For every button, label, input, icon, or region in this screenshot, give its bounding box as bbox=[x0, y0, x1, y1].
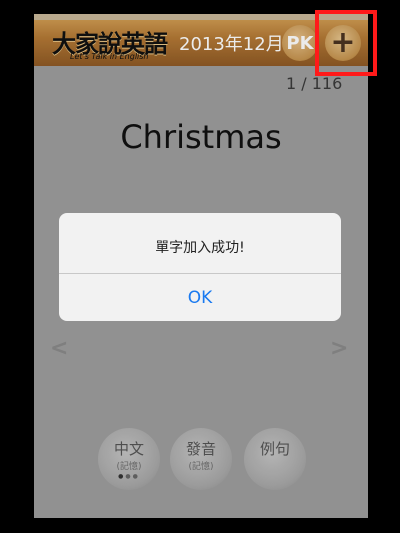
highlight-box bbox=[315, 10, 377, 76]
app-screen: 大家說英語 Let's Talk in English 2013年12月 PK … bbox=[34, 14, 368, 518]
alert-message: 單字加入成功! bbox=[155, 240, 245, 256]
ok-button[interactable]: OK bbox=[59, 274, 341, 321]
alert-dialog: 單字加入成功! OK bbox=[59, 213, 341, 321]
